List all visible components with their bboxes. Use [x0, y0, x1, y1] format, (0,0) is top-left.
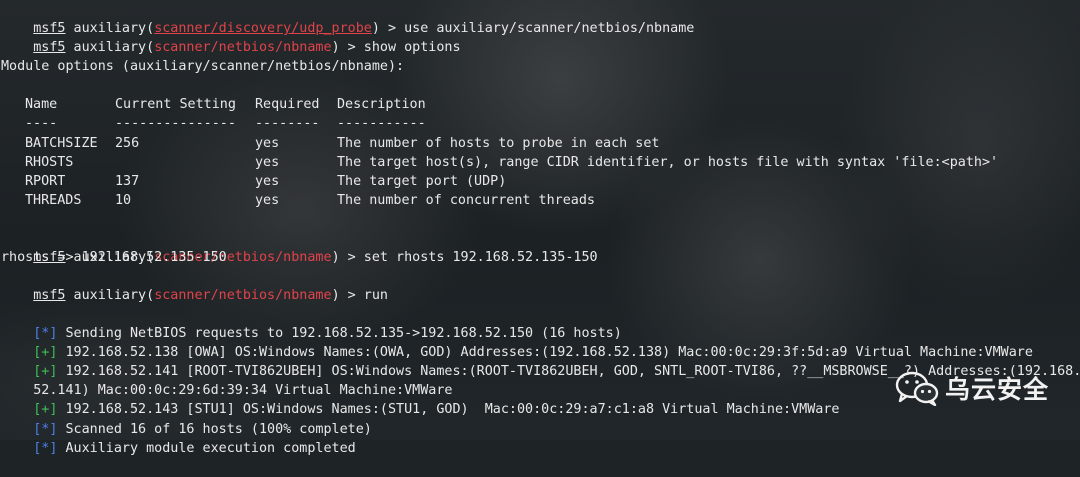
module-name: scanner/netbios/nbname: [154, 40, 332, 55]
header-required: Required: [255, 97, 320, 112]
command-line-use: msf5 auxiliary(scanner/discovery/udp_pro…: [33, 21, 695, 36]
watermark-text: 乌云安全: [945, 375, 1050, 404]
table-row: THREADS 10 yes The number of concurrent …: [25, 193, 595, 208]
output-line: [*] Sending NetBIOS requests to 192.168.…: [33, 326, 622, 341]
command-line-set-rhosts: msf5 auxiliary(scanner/netbios/nbname) >…: [33, 250, 598, 265]
output-line: 52.141) Mac:00:0c:29:6d:39:34 Virtual Ma…: [33, 383, 453, 398]
table-row: BATCHSIZE 256 yes The number of hosts to…: [25, 136, 660, 151]
output-line: [*] Scanned 16 of 16 hosts (100% complet…: [33, 422, 372, 437]
status-tag: [*]: [33, 441, 58, 456]
module-options-title: Module options (auxiliary/scanner/netbio…: [1, 59, 405, 74]
table-row: RPORT 137 yes The target port (UDP): [25, 174, 507, 189]
prompt-msf5: msf5: [33, 288, 66, 303]
header-name: Name: [25, 97, 58, 112]
output-line: [+] 192.168.52.143 [STU1] OS:Windows Nam…: [33, 402, 840, 417]
watermark: 乌云安全: [895, 366, 1065, 410]
header-description: Description: [337, 97, 426, 112]
output-line: [*] Auxiliary module execution completed: [33, 441, 356, 456]
wechat-icon: [895, 371, 939, 406]
command-line-show-options: msf5 auxiliary(scanner/netbios/nbname) >…: [33, 40, 461, 55]
header-current-setting: Current Setting: [115, 97, 236, 112]
table-row: RHOSTS yes The target host(s), range CID…: [25, 155, 999, 170]
module-name: scanner/netbios/nbname: [154, 288, 332, 303]
command-line-run: msf5 auxiliary(scanner/netbios/nbname) >…: [33, 288, 388, 303]
output-line: [+] 192.168.52.138 [OWA] OS:Windows Name…: [33, 345, 1033, 360]
options-table-header: Name Current Setting Required Descriptio…: [1, 95, 1061, 114]
set-result: rhosts => 192.168.52.135-150: [1, 250, 227, 265]
prompt-msf5: msf5: [33, 40, 66, 55]
options-table-separator: ---- --------------- -------- ----------…: [25, 116, 426, 131]
output-line: [+] 192.168.52.141 [ROOT-TVI862UBEH] OS:…: [33, 364, 1080, 379]
